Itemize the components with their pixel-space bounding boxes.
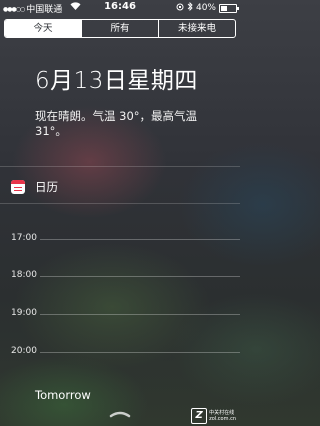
calendar-title: 日历 bbox=[35, 180, 58, 194]
date-heading: 6月13日星期四 bbox=[35, 68, 198, 94]
zol-logo: Z bbox=[191, 408, 208, 424]
status-right: 40% bbox=[176, 1, 239, 14]
battery-percent: 40% bbox=[195, 3, 216, 13]
calendar-section-header[interactable]: 日历 bbox=[11, 179, 58, 195]
grabber-handle[interactable] bbox=[108, 409, 132, 419]
weather-summary: 现在晴朗。气温 30°，最高气温 31°。 bbox=[35, 109, 198, 138]
hour-label: 17:00 bbox=[11, 233, 37, 243]
hour-label: 18:00 bbox=[11, 270, 37, 280]
hour-line bbox=[40, 314, 240, 315]
hour-line bbox=[40, 239, 240, 240]
tab-missed[interactable]: 未接来电 bbox=[158, 20, 235, 37]
calendar-icon bbox=[11, 180, 25, 194]
status-bar: ●●●○○ 中国联通 16:46 40% bbox=[0, 0, 240, 15]
battery-fill bbox=[221, 5, 227, 11]
bluetooth-icon bbox=[187, 1, 193, 14]
hour-label: 20:00 bbox=[11, 346, 37, 356]
battery-icon bbox=[219, 3, 239, 13]
section-divider bbox=[0, 166, 240, 167]
hour-line bbox=[40, 352, 240, 353]
watermark-text: 中关村在线 zol.com.cn bbox=[209, 410, 236, 422]
watermark-line2: zol.com.cn bbox=[209, 416, 236, 422]
tomorrow-label: Tomorrow bbox=[35, 388, 91, 402]
calendar-divider bbox=[0, 203, 240, 204]
watermark: Z 中关村在线 zol.com.cn bbox=[191, 408, 236, 424]
notification-tabs: 今天 所有 未接来电 bbox=[4, 19, 236, 38]
tab-all[interactable]: 所有 bbox=[81, 20, 158, 37]
hour-line bbox=[40, 276, 240, 277]
rotation-lock-icon bbox=[176, 3, 184, 14]
hour-label: 19:00 bbox=[11, 308, 37, 318]
tab-today[interactable]: 今天 bbox=[5, 20, 81, 37]
